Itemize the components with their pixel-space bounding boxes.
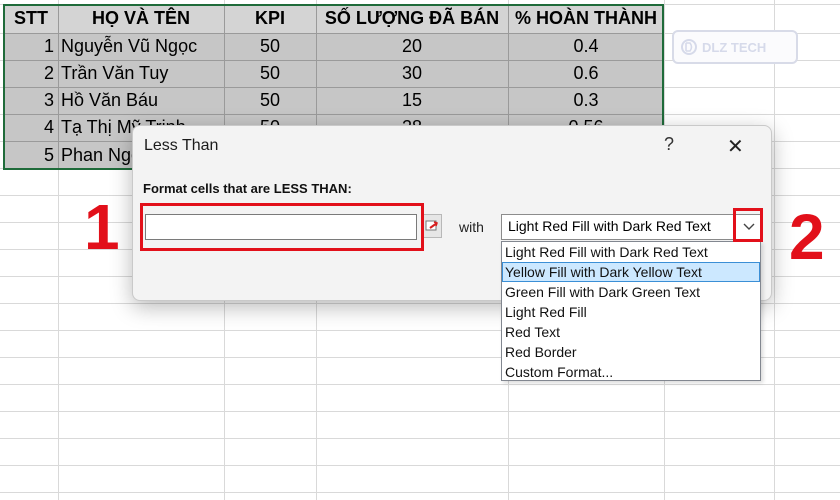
format-option-highlighted[interactable]: Yellow Fill with Dark Yellow Text (502, 262, 760, 282)
format-option[interactable]: Light Red Fill (502, 302, 760, 322)
highlight-box-dropdown (733, 208, 763, 242)
format-option[interactable]: Light Red Fill with Dark Red Text (502, 242, 760, 262)
highlight-box-input (140, 203, 424, 251)
watermark-text: DLZ TECH (702, 39, 767, 55)
format-option[interactable]: Red Border (502, 342, 760, 362)
format-select[interactable]: Light Red Fill with Dark Red Text (501, 214, 762, 240)
grid-line (0, 492, 840, 493)
range-select-button[interactable] (422, 214, 442, 238)
range-select-icon (425, 220, 438, 231)
step-number-2: 2 (789, 201, 825, 273)
help-button[interactable]: ? (664, 134, 674, 155)
logo-icon (681, 39, 697, 55)
format-options-list[interactable]: Light Red Fill with Dark Red Text Yellow… (501, 241, 761, 381)
dialog-prompt: Format cells that are LESS THAN: (143, 181, 352, 196)
format-option[interactable]: Red Text (502, 322, 760, 342)
format-option[interactable]: Custom Format... (502, 362, 760, 382)
format-option[interactable]: Green Fill with Dark Green Text (502, 282, 760, 302)
grid-line (774, 0, 775, 500)
close-button[interactable]: ✕ (727, 134, 744, 159)
grid-line (0, 411, 840, 412)
grid-line (0, 438, 840, 439)
with-label: with (459, 219, 484, 235)
grid-line (0, 465, 840, 466)
step-number-1: 1 (84, 191, 120, 263)
dialog-title: Less Than (144, 137, 219, 154)
watermark-logo: DLZ TECH (672, 30, 798, 64)
grid-line (0, 384, 840, 385)
